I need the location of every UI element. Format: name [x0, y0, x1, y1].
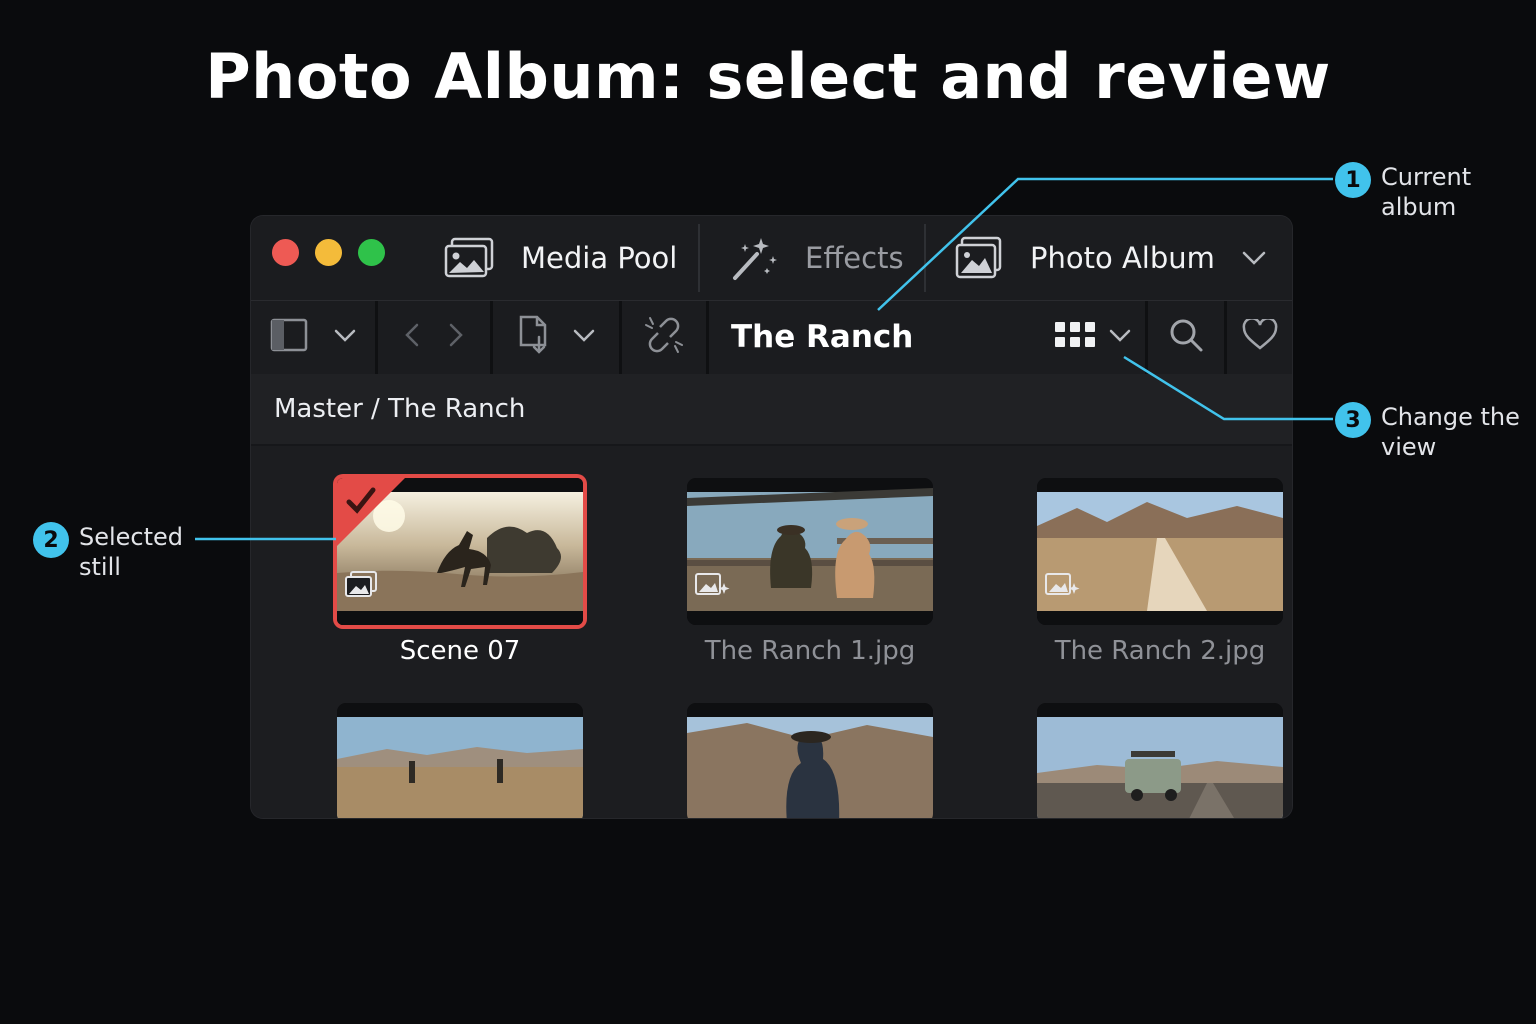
callout-number: 1 — [1335, 162, 1371, 198]
still-image — [337, 703, 583, 818]
callout-current-album: 1 Current album — [1335, 162, 1521, 222]
callout-text: Change the view — [1381, 403, 1520, 461]
sidebar-toggle-icon[interactable] — [270, 318, 308, 356]
ai-still-icon — [1044, 571, 1080, 603]
chevron-down-icon[interactable] — [573, 328, 595, 347]
breadcrumb[interactable]: Master / The Ranch — [274, 374, 525, 444]
grid-view-icon[interactable] — [1055, 322, 1095, 352]
still-thumbnail[interactable] — [1037, 703, 1283, 818]
callout-text: Selected still — [79, 523, 184, 581]
tab-divider — [698, 224, 700, 292]
still-thumbnail[interactable] — [1037, 478, 1283, 625]
still-image — [687, 703, 933, 818]
unlink-button[interactable] — [622, 301, 706, 373]
still-caption: Scene 07 — [399, 636, 521, 666]
search-button[interactable] — [1148, 301, 1224, 373]
stills-grid: Scene 07 The Ranch 1.jpg The Ranch 2.jpg — [251, 446, 1292, 818]
import-icon[interactable] — [517, 315, 553, 359]
toolbar: The Ranch — [251, 300, 1292, 376]
tab-media-pool[interactable]: Media Pool — [443, 216, 677, 300]
favorites-button[interactable] — [1227, 301, 1292, 373]
chevron-down-icon[interactable] — [334, 328, 356, 347]
back-arrow-icon[interactable] — [405, 323, 419, 351]
still-thumbnail[interactable] — [337, 703, 583, 818]
breadcrumb-bar: Master / The Ranch — [251, 374, 1292, 446]
close-window-button[interactable] — [272, 239, 299, 266]
forward-arrow-icon[interactable] — [449, 323, 463, 351]
chevron-down-icon[interactable] — [1109, 328, 1131, 347]
still-image — [1037, 703, 1283, 818]
callout-text: Current album — [1381, 163, 1472, 221]
photo-album-icon — [954, 236, 1004, 280]
callout-number: 3 — [1335, 402, 1371, 438]
toolbar-divider — [706, 301, 709, 374]
still-thumbnail[interactable] — [687, 703, 933, 818]
zoom-window-button[interactable] — [358, 239, 385, 266]
still-caption: The Ranch 2.jpg — [1054, 636, 1266, 666]
image-stack-icon — [443, 236, 495, 280]
view-mode-selector[interactable] — [1041, 301, 1145, 373]
tab-label: Effects — [805, 241, 904, 275]
tab-divider — [924, 224, 926, 292]
history-nav — [378, 301, 490, 373]
still-image-icon — [344, 571, 378, 603]
still-caption: The Ranch 1.jpg — [704, 636, 916, 666]
ai-still-icon — [694, 571, 730, 603]
tab-label: Media Pool — [521, 241, 678, 275]
app-window: Media Pool Effects Photo Album The Ranch… — [251, 216, 1292, 818]
sidebar-toggle-group[interactable] — [251, 301, 375, 373]
current-album-name[interactable]: The Ranch — [731, 301, 913, 373]
unlink-icon[interactable] — [642, 315, 686, 359]
search-icon[interactable] — [1168, 317, 1204, 357]
heart-icon[interactable] — [1242, 317, 1278, 355]
minimize-window-button[interactable] — [315, 239, 342, 266]
tab-label: Photo Album — [1030, 241, 1215, 275]
callout-selected-still: 2 Selected still — [33, 522, 219, 582]
title-bar: Media Pool Effects Photo Album — [251, 216, 1292, 300]
chevron-down-icon[interactable] — [1241, 250, 1267, 266]
tab-effects[interactable]: Effects — [731, 216, 904, 300]
magic-wand-icon — [731, 234, 779, 282]
selection-corner-flag — [337, 478, 405, 546]
still-thumbnail[interactable] — [687, 478, 933, 625]
import-group[interactable] — [493, 301, 619, 373]
page-title: Photo Album: select and review — [205, 40, 1331, 113]
callout-number: 2 — [33, 522, 69, 558]
callout-change-view: 3 Change the view — [1335, 402, 1521, 462]
tab-photo-album[interactable]: Photo Album — [954, 216, 1267, 300]
still-thumbnail-selected[interactable] — [337, 478, 583, 625]
